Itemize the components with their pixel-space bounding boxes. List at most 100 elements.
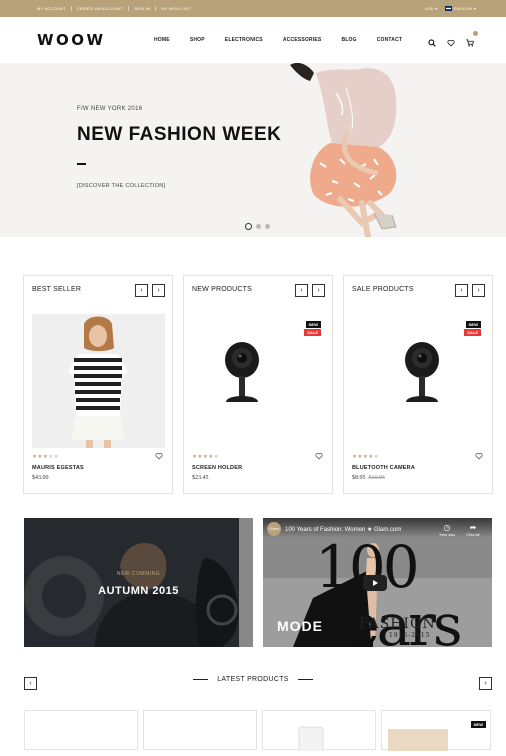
my-account-link[interactable]: MY ACCOUNT — [37, 6, 72, 11]
prev-arrow-button[interactable]: ‹ — [455, 284, 468, 297]
product-image[interactable]: NEW SALE — [352, 314, 485, 448]
nav-shop[interactable]: SHOP — [190, 37, 205, 43]
site-header: WOOW HOME SHOP ELECTRONICS ACCESSORIES B… — [0, 17, 506, 63]
current-price: $8.95 — [352, 475, 366, 481]
hero-slider: F/W NEW YORK 2016 NEW FASHION WEEK [DISC… — [0, 63, 506, 237]
new-badge: NEW — [465, 321, 481, 328]
nav-home[interactable]: HOME — [154, 37, 170, 43]
video-fashion-text: FASHION — [359, 616, 436, 632]
autumn-promo-banner[interactable]: NEW COMMING AUTUMN 2015 — [24, 518, 253, 647]
current-price: $43.00 — [32, 475, 49, 481]
account-links: MY ACCOUNT CREATE AN ACCOUNT SIGN IN MY … — [37, 6, 196, 11]
sale-badge: SALE — [304, 329, 321, 336]
site-logo[interactable]: WOOW — [37, 31, 106, 49]
video-title[interactable]: 100 Years of Fashion: Women ★ Glam.com — [285, 526, 401, 533]
slider-dot-3[interactable] — [265, 224, 270, 229]
channel-avatar[interactable]: Glam — [267, 522, 281, 536]
new-badge: NEW — [305, 321, 321, 328]
rating-stars: ★★★★★ — [192, 454, 220, 460]
currency-label: USD — [424, 6, 434, 12]
cart-count-badge — [473, 31, 478, 36]
nav-blog[interactable]: BLOG — [341, 37, 356, 43]
banner-edge — [239, 518, 253, 647]
nav-accessories[interactable]: ACCESSORIES — [283, 37, 322, 43]
wishlist-heart-icon[interactable] — [315, 452, 323, 460]
wishlist-heart-icon[interactable] — [475, 452, 483, 460]
prev-arrow-button[interactable]: ‹ — [295, 284, 308, 297]
latest-heading-label: LATEST PRODUCTS — [217, 676, 289, 683]
sign-in-link[interactable]: SIGN IN — [129, 6, 157, 11]
white-device-image — [298, 726, 324, 754]
search-icon[interactable] — [428, 39, 436, 47]
latest-product-card[interactable]: NEW — [381, 710, 491, 753]
uk-flag-icon — [444, 6, 452, 12]
hero-title: NEW FASHION WEEK — [77, 124, 282, 145]
promo-title: AUTUMN 2015 — [98, 585, 179, 597]
slider-dot-1[interactable] — [245, 223, 252, 230]
language-label: ENGLISH — [453, 6, 473, 11]
watch-later-label: Xem sau — [439, 532, 455, 537]
slider-dot-2[interactable] — [256, 224, 261, 229]
rating-stars: ★★★★★ — [32, 454, 60, 460]
create-account-link[interactable]: CREATE AN ACCOUNT — [72, 6, 130, 11]
clock-icon: ◷ — [443, 523, 451, 532]
slider-dots — [245, 223, 270, 230]
sale-badge: SALE — [464, 329, 481, 336]
latest-product-card[interactable] — [143, 710, 257, 750]
latest-product-card[interactable] — [262, 710, 376, 754]
watch-later-button[interactable]: ◷ Xem sau — [437, 523, 457, 537]
product-price: $8.95 $10.95 — [352, 475, 385, 481]
nav-contact[interactable]: CONTACT — [377, 37, 402, 43]
share-button[interactable]: ➦ Chia sẻ — [463, 523, 483, 537]
column-heading: NEW PRODUCTS — [192, 286, 252, 293]
old-price: $10.95 — [368, 475, 386, 481]
cart-icon — [466, 39, 474, 47]
current-price: $23.45 — [192, 475, 209, 481]
next-arrow-button[interactable]: › — [152, 284, 165, 297]
play-icon — [373, 580, 378, 586]
nav-electronics[interactable]: ELECTRONICS — [225, 37, 263, 43]
product-image[interactable]: NEW SALE — [192, 314, 325, 448]
next-arrow-button[interactable]: › — [472, 284, 485, 297]
product-price: $23.45 — [192, 475, 209, 481]
latest-product-card[interactable] — [24, 710, 138, 750]
product-name[interactable]: SCREEN HOLDER — [192, 465, 242, 471]
latest-next-button[interactable]: › — [479, 677, 492, 690]
fashion-model-image — [270, 63, 430, 237]
man-in-jacket-image — [24, 518, 253, 647]
column-heading: BEST SELLER — [32, 286, 82, 293]
new-products-column: NEW PRODUCTS ‹ › NEW SALE ★★★★★ SCREEN HO… — [183, 275, 333, 494]
hero-subtitle: F/W NEW YORK 2016 — [77, 106, 143, 112]
latest-products-heading: LATEST PRODUCTS — [0, 676, 506, 683]
latest-prev-button[interactable]: ‹ — [24, 677, 37, 690]
main-nav: HOME SHOP ELECTRONICS ACCESSORIES BLOG C… — [154, 37, 422, 43]
striped-dress-image — [32, 314, 165, 448]
share-icon: ➦ — [469, 523, 477, 532]
prev-arrow-button[interactable]: ‹ — [135, 284, 148, 297]
column-heading: SALE PRODUCTS — [352, 286, 414, 293]
promo-kicker: NEW COMMING — [116, 571, 161, 577]
next-arrow-button[interactable]: › — [312, 284, 325, 297]
sale-products-column: SALE PRODUCTS ‹ › NEW SALE ★★★★★ BLUETOOT… — [343, 275, 493, 494]
beige-product-image — [388, 729, 448, 753]
currency-selector[interactable]: USD ▾ — [425, 6, 438, 11]
language-selector[interactable]: ENGLISH ▾ — [444, 6, 477, 12]
best-seller-column: BEST SELLER ‹ › ★★★★★ MAURIS EGESTAS $43.… — [23, 275, 173, 494]
product-price: $43.00 — [32, 475, 49, 481]
discover-collection-link[interactable]: [DISCOVER THE COLLECTION] — [77, 183, 165, 189]
video-mode-text: MODE — [277, 618, 323, 634]
product-image[interactable] — [32, 314, 165, 448]
product-name[interactable]: MAURIS EGESTAS — [32, 465, 84, 471]
video-years-text: 1915-2015 — [389, 632, 431, 639]
rating-stars: ★★★★★ — [352, 454, 380, 460]
play-button[interactable] — [363, 575, 387, 591]
wish-list-link[interactable]: MY WISH LIST — [156, 6, 195, 11]
cart-button[interactable] — [466, 31, 478, 52]
product-name[interactable]: BLUETOOTH CAMERA — [352, 465, 415, 471]
new-badge: NEW — [470, 721, 486, 728]
share-label: Chia sẻ — [466, 532, 480, 537]
wishlist-heart-icon[interactable] — [155, 452, 163, 460]
hero-divider — [77, 163, 86, 165]
top-bar: MY ACCOUNT CREATE AN ACCOUNT SIGN IN MY … — [0, 0, 506, 17]
wishlist-heart-icon[interactable] — [447, 39, 455, 47]
